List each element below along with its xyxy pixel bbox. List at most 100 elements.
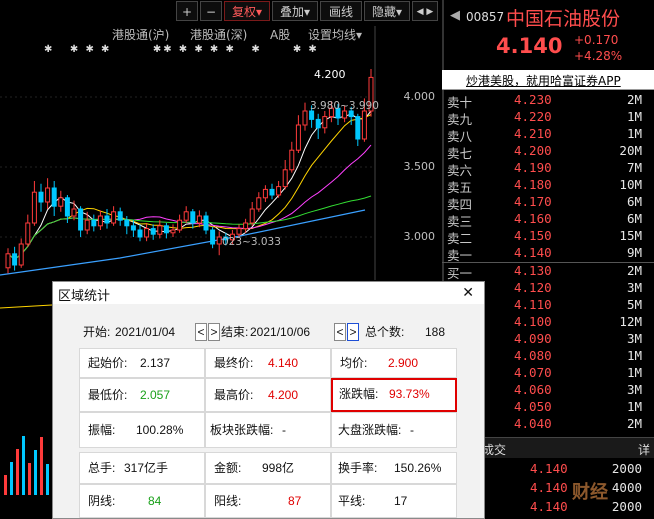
stock-code: 00857 xyxy=(466,10,505,24)
ask-row[interactable]: 卖一 4.140 9M xyxy=(442,245,654,263)
level-volume: 1M xyxy=(626,109,642,124)
candle-body xyxy=(322,116,328,129)
stock-name: 中国石油股份 xyxy=(506,8,621,30)
level-volume: 3M xyxy=(626,331,642,346)
end-prev-button[interactable]: < xyxy=(334,323,346,341)
candle-body xyxy=(196,215,202,224)
sector-change-cell: 板块张跌幅: - xyxy=(205,412,331,448)
candle-body xyxy=(355,116,361,140)
level-price: 4.170 xyxy=(514,194,552,209)
level-price: 4.220 xyxy=(514,109,552,124)
amt-value: 998亿 xyxy=(262,461,295,475)
candle-body xyxy=(183,211,189,221)
candle-body xyxy=(64,197,70,217)
level-price: 4.110 xyxy=(514,297,552,312)
amp-label: 振幅: xyxy=(88,423,116,437)
detail-button[interactable]: 详 xyxy=(638,441,650,458)
level-price: 4.150 xyxy=(514,228,552,243)
ask-row[interactable]: 卖二 4.150 15M xyxy=(442,228,654,246)
flat-value: 17 xyxy=(394,494,408,508)
start-label: 开始: xyxy=(83,325,111,339)
avg-price-cell: 均价: 2.900 xyxy=(331,348,457,378)
candle-body xyxy=(256,197,262,210)
candle-body xyxy=(177,219,183,231)
close-value: 4.140 xyxy=(268,356,299,370)
date-range-row: 开始: 2021/01/04 < > 结束: 2021/10/06 < > 总个… xyxy=(53,322,486,342)
candle-body xyxy=(203,215,209,231)
trades-title: 成交 xyxy=(482,443,507,457)
open-label: 起始价: xyxy=(88,356,128,370)
avg-label: 均价: xyxy=(340,356,368,370)
candle-body xyxy=(78,208,84,231)
avg-value: 2.900 xyxy=(388,356,419,370)
volume-bar xyxy=(28,463,31,495)
volume-bar xyxy=(40,437,43,495)
level-volume: 9M xyxy=(626,245,642,260)
level-price: 4.210 xyxy=(514,126,552,141)
end-next-button[interactable]: > xyxy=(347,323,359,341)
prev-stock-icon[interactable]: ◀ xyxy=(450,8,460,23)
level-price: 4.040 xyxy=(514,416,552,431)
level-volume: 1M xyxy=(626,399,642,414)
level-volume: 3M xyxy=(626,280,642,295)
level-price: 4.130 xyxy=(514,263,552,278)
last-price: 4.140 xyxy=(496,34,563,58)
start-prev-button[interactable]: < xyxy=(195,323,207,341)
count-label: 总个数: xyxy=(365,325,405,339)
candle-body xyxy=(163,225,169,234)
vol-value: 317亿手 xyxy=(124,461,169,475)
stock-header: ◀ 00857 中国石油股份 4.140 +0.170 +4.28% xyxy=(442,0,654,70)
level-volume: 3M xyxy=(626,382,642,397)
end-date: 2021/10/06 xyxy=(250,325,311,339)
candle-body xyxy=(315,118,321,129)
high-value: 4.200 xyxy=(268,388,299,402)
ask-row[interactable]: 卖八 4.210 1M xyxy=(442,126,654,144)
trade-price: 4.140 xyxy=(530,461,568,476)
start-next-button[interactable]: > xyxy=(208,323,220,341)
down-value: 84 xyxy=(148,494,162,508)
level-price: 4.230 xyxy=(514,92,552,107)
market-value: - xyxy=(410,423,414,437)
ask-row[interactable]: 卖三 4.160 6M xyxy=(442,211,654,229)
mid-annotation: 3.980~3.990 xyxy=(310,100,379,112)
ma-line xyxy=(0,209,366,276)
low-value: 2.057 xyxy=(140,388,171,402)
candle-body xyxy=(5,253,11,269)
open-value: 2.137 xyxy=(140,356,171,370)
level-volume: 12M xyxy=(619,314,642,329)
level-price: 4.200 xyxy=(514,143,552,158)
ask-row[interactable]: 卖九 4.220 1M xyxy=(442,109,654,127)
ask-row[interactable]: 卖七 4.200 20M xyxy=(442,143,654,161)
level-volume: 1M xyxy=(626,126,642,141)
high-price-cell: 最高价: 4.200 xyxy=(205,378,331,412)
candle-body xyxy=(236,228,242,235)
bid-row[interactable]: 买一 4.130 2M xyxy=(442,263,654,281)
candle-body xyxy=(302,110,308,126)
ad-banner[interactable]: 炒港美股，就用哈富证券APP xyxy=(442,70,654,90)
ask-row[interactable]: 卖六 4.190 7M xyxy=(442,160,654,178)
level-price: 4.090 xyxy=(514,331,552,346)
volume-bar xyxy=(46,464,49,495)
candle-body xyxy=(38,191,44,203)
ask-row[interactable]: 卖四 4.170 6M xyxy=(442,194,654,212)
high-label: 最高价: xyxy=(214,388,254,402)
level-price: 4.160 xyxy=(514,211,552,226)
candle-body xyxy=(262,188,268,199)
candle-body xyxy=(104,215,110,224)
low-price-cell: 最低价: 2.057 xyxy=(79,378,205,412)
up-label: 阳线: xyxy=(214,494,242,508)
ma-line xyxy=(7,114,372,261)
candle-body xyxy=(117,211,123,221)
ask-row[interactable]: 卖十 4.230 2M xyxy=(442,92,654,110)
candle-body xyxy=(45,187,51,203)
close-icon[interactable]: ✕ xyxy=(462,284,474,301)
candle-body xyxy=(91,219,97,227)
dialog-title: 区域统计 xyxy=(58,288,111,303)
market-label: 大盘涨跌幅: xyxy=(338,423,402,437)
ask-row[interactable]: 卖五 4.180 10M xyxy=(442,177,654,195)
candle-body xyxy=(190,211,196,224)
dialog-titlebar: 区域统计 ✕ xyxy=(53,282,484,304)
level-price: 4.070 xyxy=(514,365,552,380)
candle-body xyxy=(111,211,117,224)
open-price-cell: 起始价: 2.137 xyxy=(79,348,205,378)
